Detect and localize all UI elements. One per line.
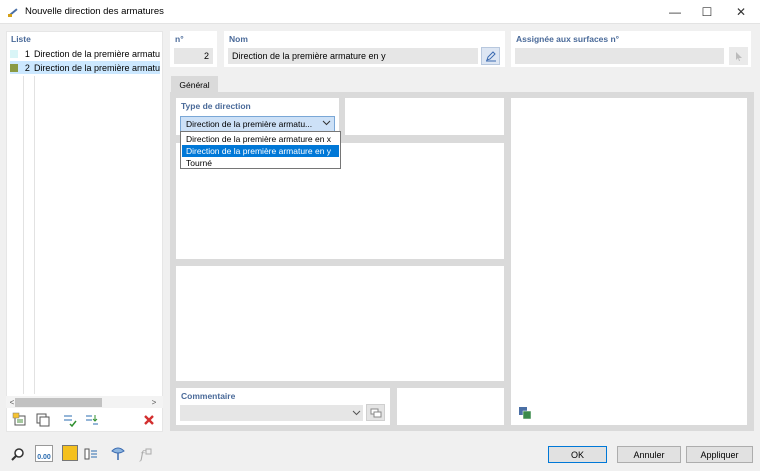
scroll-right-button[interactable]: >	[150, 396, 158, 408]
search-icon[interactable]	[9, 445, 27, 463]
number-field[interactable]: 2	[174, 48, 213, 64]
maximize-button[interactable]: ☐	[690, 0, 724, 24]
close-button[interactable]: ✕	[724, 0, 758, 24]
assigned-field	[515, 48, 724, 64]
tab-general[interactable]: Général	[171, 76, 218, 93]
direction-type-value: Direction de la première armatu...	[186, 119, 313, 129]
units-icon[interactable]: 0.00	[35, 445, 53, 462]
assigned-label: Assignée aux surfaces n°	[516, 34, 620, 44]
option-first-x[interactable]: Direction de la première armature en x	[182, 133, 339, 145]
name-field[interactable]: Direction de la première armature en y	[228, 48, 478, 64]
scroll-left-button[interactable]: <	[8, 396, 16, 408]
tree-guide	[23, 76, 24, 394]
panel	[176, 266, 504, 381]
direction-type-options: Direction de la première armature en x D…	[180, 131, 341, 169]
copy-item-icon[interactable]	[34, 411, 52, 429]
list-item-number: 2	[24, 62, 30, 73]
preview-panel	[511, 98, 747, 425]
list-item[interactable]: 1 Direction de la première armatu	[10, 47, 160, 60]
option-rotated[interactable]: Tourné	[182, 157, 339, 169]
check-items-icon[interactable]	[61, 411, 79, 429]
number-label: n°	[175, 34, 184, 44]
chevron-down-icon[interactable]	[352, 408, 361, 419]
list-item-name: Direction de la première armatu	[33, 62, 160, 73]
color-swatch	[10, 49, 18, 58]
minimize-button[interactable]: —	[658, 0, 692, 24]
list-item-selected[interactable]: 2 Direction de la première armatu	[10, 61, 160, 74]
comment-field[interactable]	[180, 405, 363, 421]
panel	[397, 388, 504, 425]
color-swatch	[10, 63, 18, 72]
pick-surfaces-icon	[729, 47, 748, 65]
view-options-icon[interactable]	[516, 404, 534, 422]
apply-button[interactable]: Appliquer	[686, 446, 753, 463]
ok-button[interactable]: OK	[548, 446, 607, 463]
panel	[345, 98, 504, 135]
list-item-number: 1	[24, 48, 30, 59]
list-item-name: Direction de la première armatu	[33, 48, 160, 59]
chevron-down-icon	[322, 118, 331, 129]
window-title: Nouvelle direction des armatures	[25, 6, 164, 17]
scrollbar-thumb[interactable]	[15, 398, 102, 407]
new-item-icon[interactable]	[11, 411, 29, 429]
cancel-button[interactable]: Annuler	[617, 446, 681, 463]
tree-guide	[34, 76, 35, 394]
list-panel	[6, 31, 163, 432]
direction-type-label: Type de direction	[181, 101, 251, 111]
delete-icon[interactable]	[140, 411, 158, 429]
function-icon: f	[136, 445, 154, 463]
comment-label: Commentaire	[181, 391, 236, 401]
comment-library-icon[interactable]	[366, 404, 385, 421]
direction-type-select[interactable]: Direction de la première armatu...	[180, 116, 335, 132]
color-icon[interactable]	[62, 445, 78, 461]
rebar-direction-icon	[8, 8, 18, 17]
sort-items-icon[interactable]	[83, 411, 101, 429]
list-label: Liste	[11, 34, 31, 44]
edit-name-icon[interactable]	[481, 47, 500, 65]
display-icon[interactable]	[82, 445, 100, 463]
name-label: Nom	[229, 34, 248, 44]
info-icon[interactable]	[109, 445, 127, 463]
option-first-y[interactable]: Direction de la première armature en y	[182, 145, 339, 157]
